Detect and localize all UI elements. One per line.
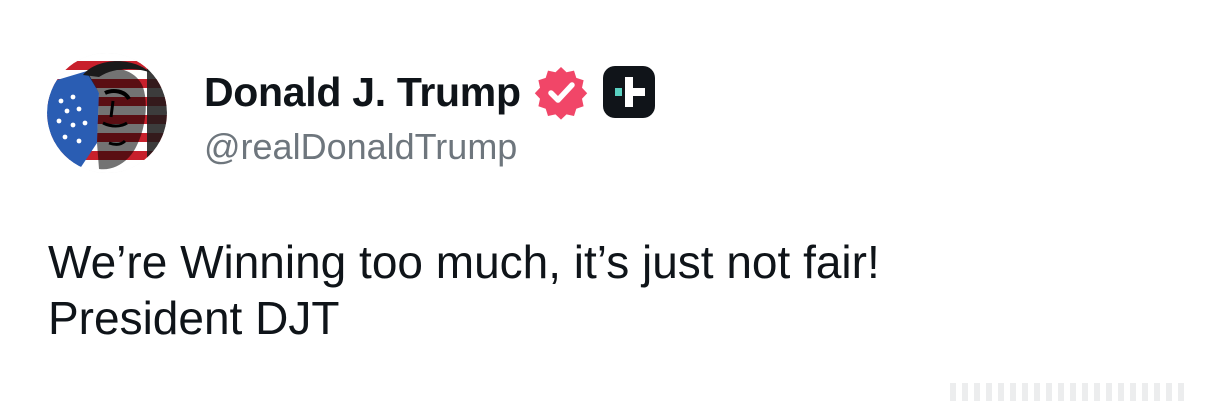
author-avatar[interactable] — [47, 53, 167, 173]
author-display-name[interactable]: Donald J. Trump — [204, 69, 521, 116]
author-name-row: Donald J. Trump — [204, 62, 657, 122]
truth-post: Donald J. Trump @realDonaldTrump We’re W… — [0, 0, 1206, 415]
truth-plus-badge-icon — [601, 64, 657, 120]
post-body-line: President DJT — [48, 292, 340, 344]
author-handle[interactable]: @realDonaldTrump — [204, 126, 517, 168]
post-body-line: We’re Winning too much, it’s just not fa… — [48, 236, 880, 288]
flag-portrait-avatar — [47, 53, 167, 173]
watermark-graphic — [950, 383, 1184, 401]
verified-badge-icon — [533, 64, 589, 120]
post-body: We’re Winning too much, it’s just not fa… — [48, 234, 1148, 346]
